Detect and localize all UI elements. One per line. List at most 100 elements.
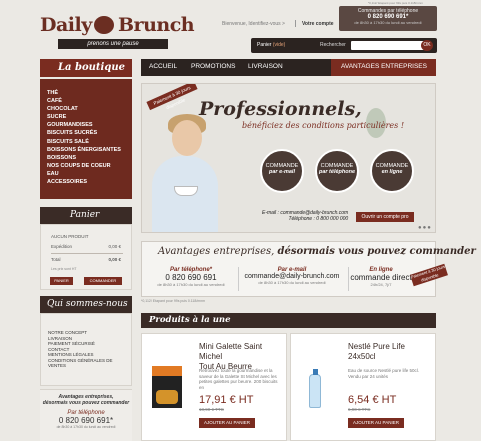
category-the[interactable]: THÉ (40, 89, 132, 97)
qui-title: Qui sommes-nous (47, 299, 128, 309)
qui-links: NOTRE CONCEPT LIVRAISON PAIEMENT SÉCURIS… (40, 313, 132, 386)
product-price-ttc: 6,90 € TTC (348, 407, 371, 412)
link-cgv-2[interactable]: VENTES (41, 363, 131, 369)
panier-shipping-value: 0,00 € (108, 244, 121, 249)
circle-commande-email: COMMANDE par e-mail (260, 149, 304, 193)
advantage-online: En ligne commande direct 24h/24, 7j/7 (348, 267, 414, 287)
category-sucre[interactable]: SUCRE (40, 113, 132, 121)
panier-tax-note: Les prix sont HT (51, 267, 77, 271)
advantages-title-part2: désormais vous pouvez commander (277, 246, 476, 257)
product-description: Eau de source Nestlé pure life 50cl. Ven… (348, 368, 420, 379)
category-accessoires[interactable]: ACCESSOIRES (40, 178, 132, 186)
search-label: Rechercher (320, 42, 346, 48)
coffee-cup-icon (174, 186, 198, 196)
products-title: Produits à la une (149, 315, 231, 325)
circle-phone-bottom: par téléphone (318, 169, 356, 175)
phone-rate-note: *0,112/ Etapant pour 99s puis 0.118/mnm (368, 1, 423, 5)
product-card[interactable]: Mini Galette Saint Michel Tout Au Beurre… (141, 333, 287, 441)
panier-shipping-label: Expédition (51, 244, 73, 249)
panier-button[interactable]: PANIER (50, 277, 73, 285)
site-logo[interactable]: Daily Brunch prenons une pause (40, 12, 195, 50)
category-boissons-energisantes[interactable]: BOISSONS ÉNERGISANTES (40, 146, 132, 154)
phone-order-box: Commandes par téléphone 0 820 690 691* d… (339, 6, 437, 31)
advantages-title: Avantages entreprises, désormais vous po… (158, 246, 476, 257)
category-coups-de-coeur[interactable]: NOS COUPS DE COEUR (40, 162, 132, 170)
woman-head (172, 120, 202, 156)
hero-woman-illustration (152, 112, 218, 232)
hero-title: Professionnels, (199, 98, 362, 120)
search-input[interactable] (351, 41, 427, 50)
advantage-online-value[interactable]: commande direct (348, 273, 414, 282)
advantages-title-part1: Avantages entreprises, (158, 246, 275, 257)
products-header: Produits à la une (141, 313, 436, 328)
divider (294, 20, 296, 27)
advantage-phone-sub: de 8h30 à 17h30 du lundi au vendredi (157, 282, 225, 287)
side-adv-phone: 0 820 690 691* (58, 416, 114, 425)
category-biscuits-sale[interactable]: BISCUITS SALÉ (40, 138, 132, 146)
side-adv-line2: désormais vous pouvez commander (42, 400, 130, 406)
boutique-header: La boutique (40, 59, 132, 77)
product-card[interactable]: Nestlé Pure Life 24x50cl Eau de source N… (290, 333, 436, 441)
product-description: Retrouvez toute la gourmandise et la sav… (199, 368, 278, 390)
advantage-email-sub: de 8h30 à 17h30 du lundi au vendredi (258, 280, 326, 285)
cart-label: Panier (257, 42, 272, 48)
category-gourmandises[interactable]: GOURMANDISES (40, 121, 132, 129)
nav-livraison[interactable]: LIVRAISON (248, 63, 283, 70)
top-links: Bienvenue, Identifiez-vous > Votre compte (222, 20, 334, 27)
cart-state: (vide) (272, 42, 286, 48)
phone-order-hours: de 8h30 à 17h30 du lundi au vendredi (354, 20, 422, 25)
logo-word-brunch: Brunch (118, 14, 195, 36)
product-price-ttc: 18,90 € TTC (199, 407, 224, 412)
panier-title: Panier (70, 210, 100, 220)
advantages-block: Avantages entreprises, désormais vous po… (141, 241, 476, 303)
hero-banner[interactable]: Paiement à 30 jours disponible Professio… (141, 83, 436, 233)
account-link[interactable]: Votre compte (302, 21, 334, 27)
water-bottle-image[interactable] (309, 369, 321, 408)
advantage-phone-value: 0 820 690 691 (165, 273, 217, 282)
advantage-email: Par e-mail commande@daily-brunch.com de … (238, 267, 346, 285)
qui-header: Qui sommes-nous (40, 296, 132, 313)
advantages-note: *0,112/ Etapant pour 99s puis 0.118/mnm (141, 299, 206, 303)
panier-product-line: AUCUN PRODUIT (51, 234, 89, 239)
biscuit-box-image[interactable] (152, 366, 182, 408)
commander-button[interactable]: COMMANDER (84, 277, 122, 285)
product-price: 17,91 € HT (199, 394, 254, 406)
open-pro-account-button[interactable]: Ouvrir un compte pro (356, 212, 414, 222)
main-nav: ACCUEIL PROMOTIONS LIVRAISON AVANTAGES E… (141, 59, 436, 76)
nav-avantages-entreprises[interactable]: AVANTAGES ENTREPRISES (331, 59, 436, 76)
coffee-cup-icon (94, 16, 114, 34)
logo-tagline: prenons une pause (58, 39, 168, 49)
panier-divider (51, 253, 123, 254)
hero-subtitle: bénéficiez des conditions particulières … (242, 121, 405, 130)
panier-total-value: 0,00 € (108, 257, 121, 262)
panier-header: Panier (40, 207, 132, 224)
category-chocolat[interactable]: CHOCOLAT (40, 105, 132, 113)
logo-word-daily: Daily (40, 14, 92, 36)
hero-contact: E-mail : commande@daily-brunch.com Télép… (262, 210, 348, 222)
cart-link[interactable]: Panier (vide) (257, 42, 285, 48)
category-cafe[interactable]: CAFÉ (40, 97, 132, 105)
circle-commande-phone: COMMANDE par téléphone (315, 149, 359, 193)
circle-commande-online: COMMANDE en ligne (370, 149, 414, 193)
cart-search-bar: Panier (vide) Rechercher OK (251, 38, 437, 53)
carousel-dots[interactable]: ●●● (418, 225, 432, 231)
advantage-email-value[interactable]: commande@daily-brunch.com (238, 273, 346, 280)
login-link[interactable]: Bienvenue, Identifiez-vous > (222, 21, 285, 27)
category-boissons[interactable]: BOISSONS (40, 154, 132, 162)
category-biscuits-sucres[interactable]: BISCUITS SUCRÉS (40, 129, 132, 137)
hero-ribbon: Paiement à 30 jours disponible (146, 84, 198, 111)
category-eau[interactable]: EAU (40, 170, 132, 178)
panier-total-label: Total (51, 257, 61, 262)
nav-avantages-label: AVANTAGES ENTREPRISES (341, 63, 427, 70)
circle-online-bottom: en ligne (381, 169, 403, 175)
product-name-line1: Nestlé Pure Life (348, 342, 405, 351)
add-to-cart-button[interactable]: AJOUTER AU PANIER (199, 418, 255, 428)
add-to-cart-button[interactable]: AJOUTER AU PANIER (348, 418, 404, 428)
payment-badge: Paiement à 30 jours disponible (410, 263, 448, 287)
nav-promotions[interactable]: PROMOTIONS (191, 63, 235, 70)
side-adv-hours: de 8h30 à 17h30 du lundi au vendredi (56, 425, 116, 429)
search-button[interactable]: OK (421, 40, 433, 51)
nav-accueil[interactable]: ACCUEIL (149, 63, 177, 70)
hero-phone-line: Téléphone : 0 800 000 000 (288, 216, 349, 222)
product-name[interactable]: Nestlé Pure Life 24x50cl (348, 342, 405, 362)
